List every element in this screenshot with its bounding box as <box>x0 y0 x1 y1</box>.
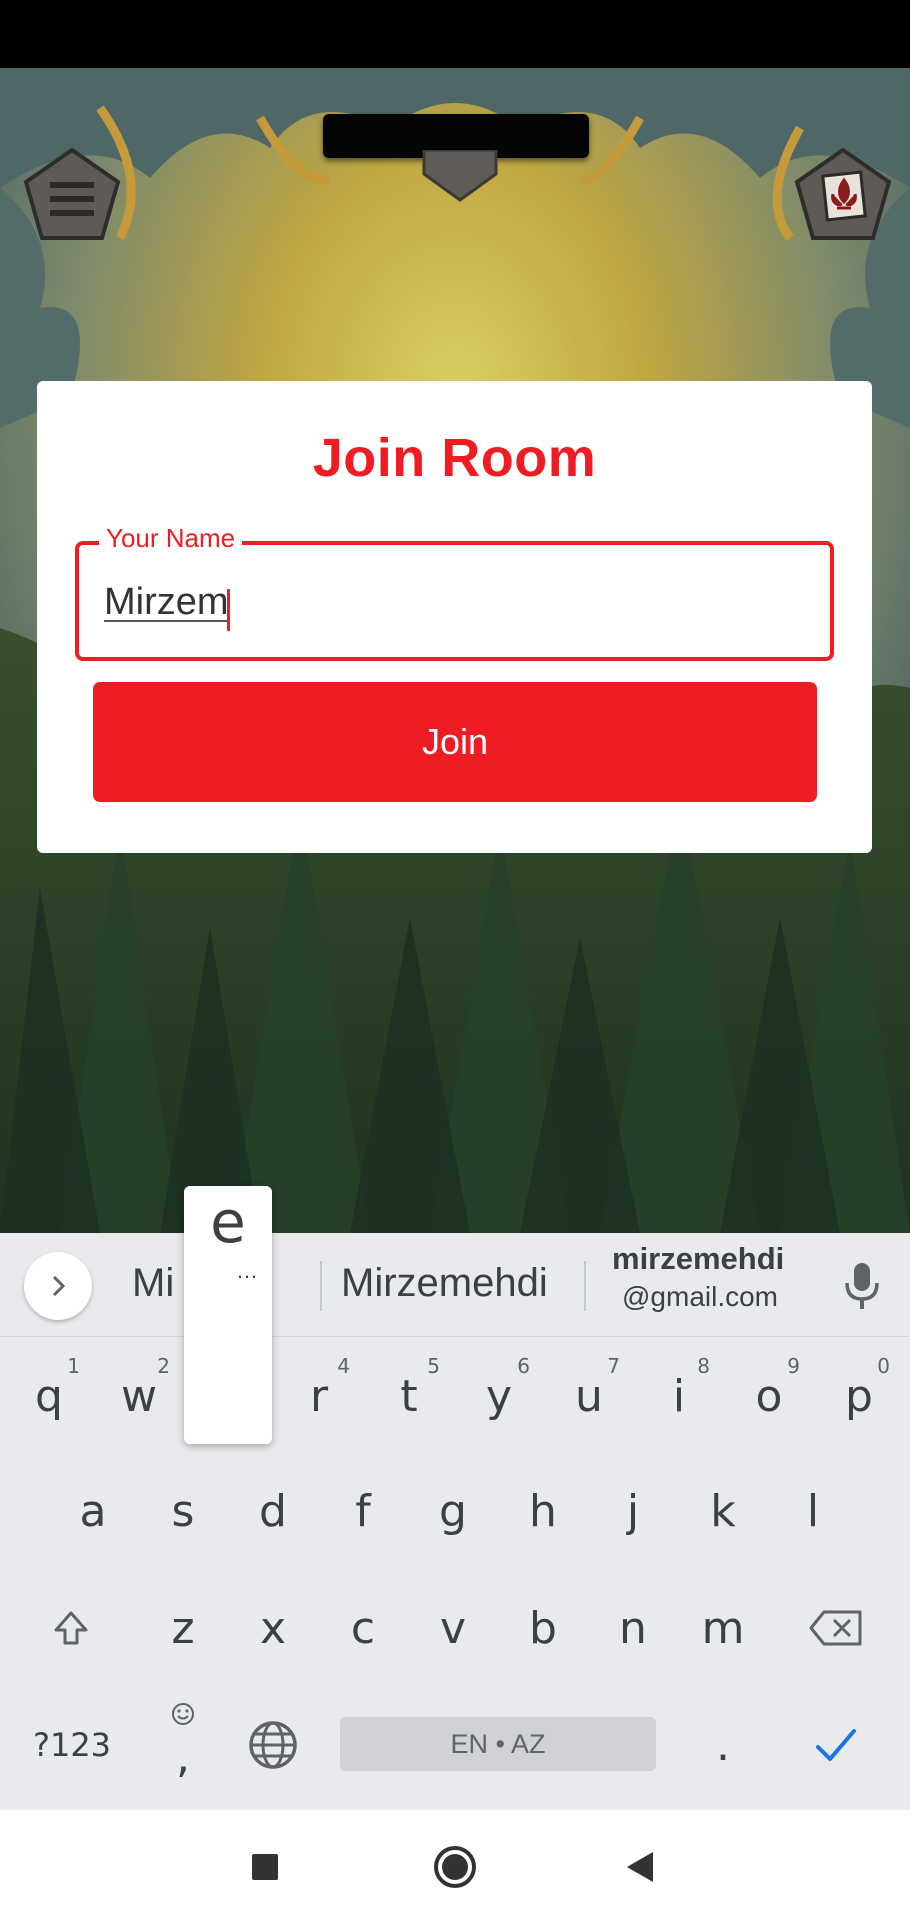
suggestion-1[interactable]: Mi <box>132 1261 174 1306</box>
emoji-icon <box>172 1703 194 1725</box>
key-l[interactable]: l <box>770 1461 856 1561</box>
name-field[interactable]: Your Name Mirzem <box>75 523 834 661</box>
voice-input-button[interactable] <box>842 1261 882 1316</box>
suggestion-divider <box>584 1261 586 1311</box>
name-field-label: Your Name <box>99 523 243 554</box>
expand-suggestions-button[interactable] <box>24 1252 92 1320</box>
dropdown-tab[interactable] <box>420 148 500 202</box>
home-button[interactable] <box>430 1842 480 1892</box>
suggestion-bar: Mi Mirzemehdi mirzemehdi @gmail.com <box>0 1233 910 1337</box>
key-q[interactable]: q1 <box>6 1346 92 1446</box>
key-hint: 0 <box>877 1354 890 1378</box>
key-a[interactable]: a <box>50 1461 136 1561</box>
popup-char: e <box>210 1188 246 1256</box>
fleur-de-lis-icon <box>794 147 892 240</box>
space-key[interactable]: EN • AZ <box>340 1717 656 1771</box>
key-label: p <box>845 1370 873 1422</box>
navigation-bar <box>0 1810 910 1920</box>
key-b[interactable]: b <box>500 1578 586 1678</box>
name-field-value[interactable]: Mirzem <box>104 581 229 624</box>
key-label: i <box>672 1370 686 1422</box>
popup-more: … <box>236 1258 258 1283</box>
suggestion-divider <box>320 1261 322 1311</box>
comma-label: , <box>176 1731 190 1783</box>
language-key[interactable] <box>230 1695 316 1795</box>
key-label: q <box>35 1370 63 1422</box>
key-w[interactable]: w2 <box>96 1346 182 1446</box>
period-key[interactable]: . <box>680 1695 766 1795</box>
key-o[interactable]: o9 <box>726 1346 812 1446</box>
dialog-title: Join Room <box>312 428 597 488</box>
key-v[interactable]: v <box>410 1578 496 1678</box>
key-label: t <box>400 1370 418 1422</box>
key-label: o <box>755 1370 783 1422</box>
key-d[interactable]: d <box>230 1461 316 1561</box>
enter-key[interactable] <box>793 1695 879 1795</box>
key-y[interactable]: y6 <box>456 1346 542 1446</box>
key-r[interactable]: r4 <box>276 1346 362 1446</box>
key-label: y <box>485 1370 513 1422</box>
status-bar <box>0 0 910 68</box>
key-p[interactable]: p0 <box>816 1346 902 1446</box>
key-s[interactable]: s <box>140 1461 226 1561</box>
join-button[interactable]: Join <box>93 682 817 802</box>
key-c[interactable]: c <box>320 1578 406 1678</box>
key-j[interactable]: j <box>590 1461 676 1561</box>
key-n[interactable]: n <box>590 1578 676 1678</box>
mic-icon <box>845 1263 879 1309</box>
globe-icon <box>249 1721 297 1769</box>
suggestion-3-domain[interactable]: @gmail.com <box>622 1281 778 1313</box>
backspace-key[interactable] <box>793 1578 879 1678</box>
name-text: Mirzem <box>104 581 229 623</box>
key-hint: 6 <box>517 1354 530 1378</box>
key-t[interactable]: t5 <box>366 1346 452 1446</box>
key-u[interactable]: u7 <box>546 1346 632 1446</box>
hamburger-icon <box>23 147 121 240</box>
join-room-dialog: Join Room Your Name Mirzem Join <box>37 381 872 853</box>
key-i[interactable]: i8 <box>636 1346 722 1446</box>
key-g[interactable]: g <box>410 1461 496 1561</box>
suggestion-2[interactable]: Mirzemehdi <box>341 1261 548 1306</box>
key-hint: 9 <box>787 1354 800 1378</box>
key-label: u <box>575 1370 603 1422</box>
key-hint: 2 <box>157 1354 170 1378</box>
key-hint: 5 <box>427 1354 440 1378</box>
key-x[interactable]: x <box>230 1578 316 1678</box>
key-hint: 4 <box>337 1354 350 1378</box>
back-button[interactable] <box>615 1842 665 1892</box>
text-cursor <box>227 589 230 631</box>
key-preview-popup: e … <box>184 1186 272 1444</box>
checkmark-icon <box>816 1729 856 1761</box>
comma-key[interactable]: , <box>140 1695 226 1795</box>
key-label: w <box>121 1370 157 1422</box>
recents-button[interactable] <box>240 1842 290 1892</box>
key-hint: 1 <box>67 1354 80 1378</box>
shift-key[interactable] <box>28 1578 114 1678</box>
suit-button[interactable] <box>793 146 893 246</box>
key-z[interactable]: z <box>140 1578 226 1678</box>
key-f[interactable]: f <box>320 1461 406 1561</box>
circle-icon <box>434 1846 476 1888</box>
square-icon <box>252 1854 278 1880</box>
suggestion-3-name[interactable]: mirzemehdi <box>612 1241 784 1277</box>
menu-button[interactable] <box>22 146 122 246</box>
symbols-key[interactable]: ?123 <box>20 1695 124 1795</box>
triangle-back-icon <box>627 1852 653 1882</box>
key-label: r <box>309 1370 329 1422</box>
key-h[interactable]: h <box>500 1461 586 1561</box>
key-hint: 8 <box>697 1354 710 1378</box>
backspace-icon <box>809 1610 862 1646</box>
key-m[interactable]: m <box>680 1578 766 1678</box>
chevron-right-icon <box>52 1275 66 1297</box>
keyboard: Mi Mirzemehdi mirzemehdi @gmail.com q1 w… <box>0 1233 910 1810</box>
shift-icon <box>54 1611 88 1645</box>
key-k[interactable]: k <box>680 1461 766 1561</box>
key-hint: 7 <box>607 1354 620 1378</box>
